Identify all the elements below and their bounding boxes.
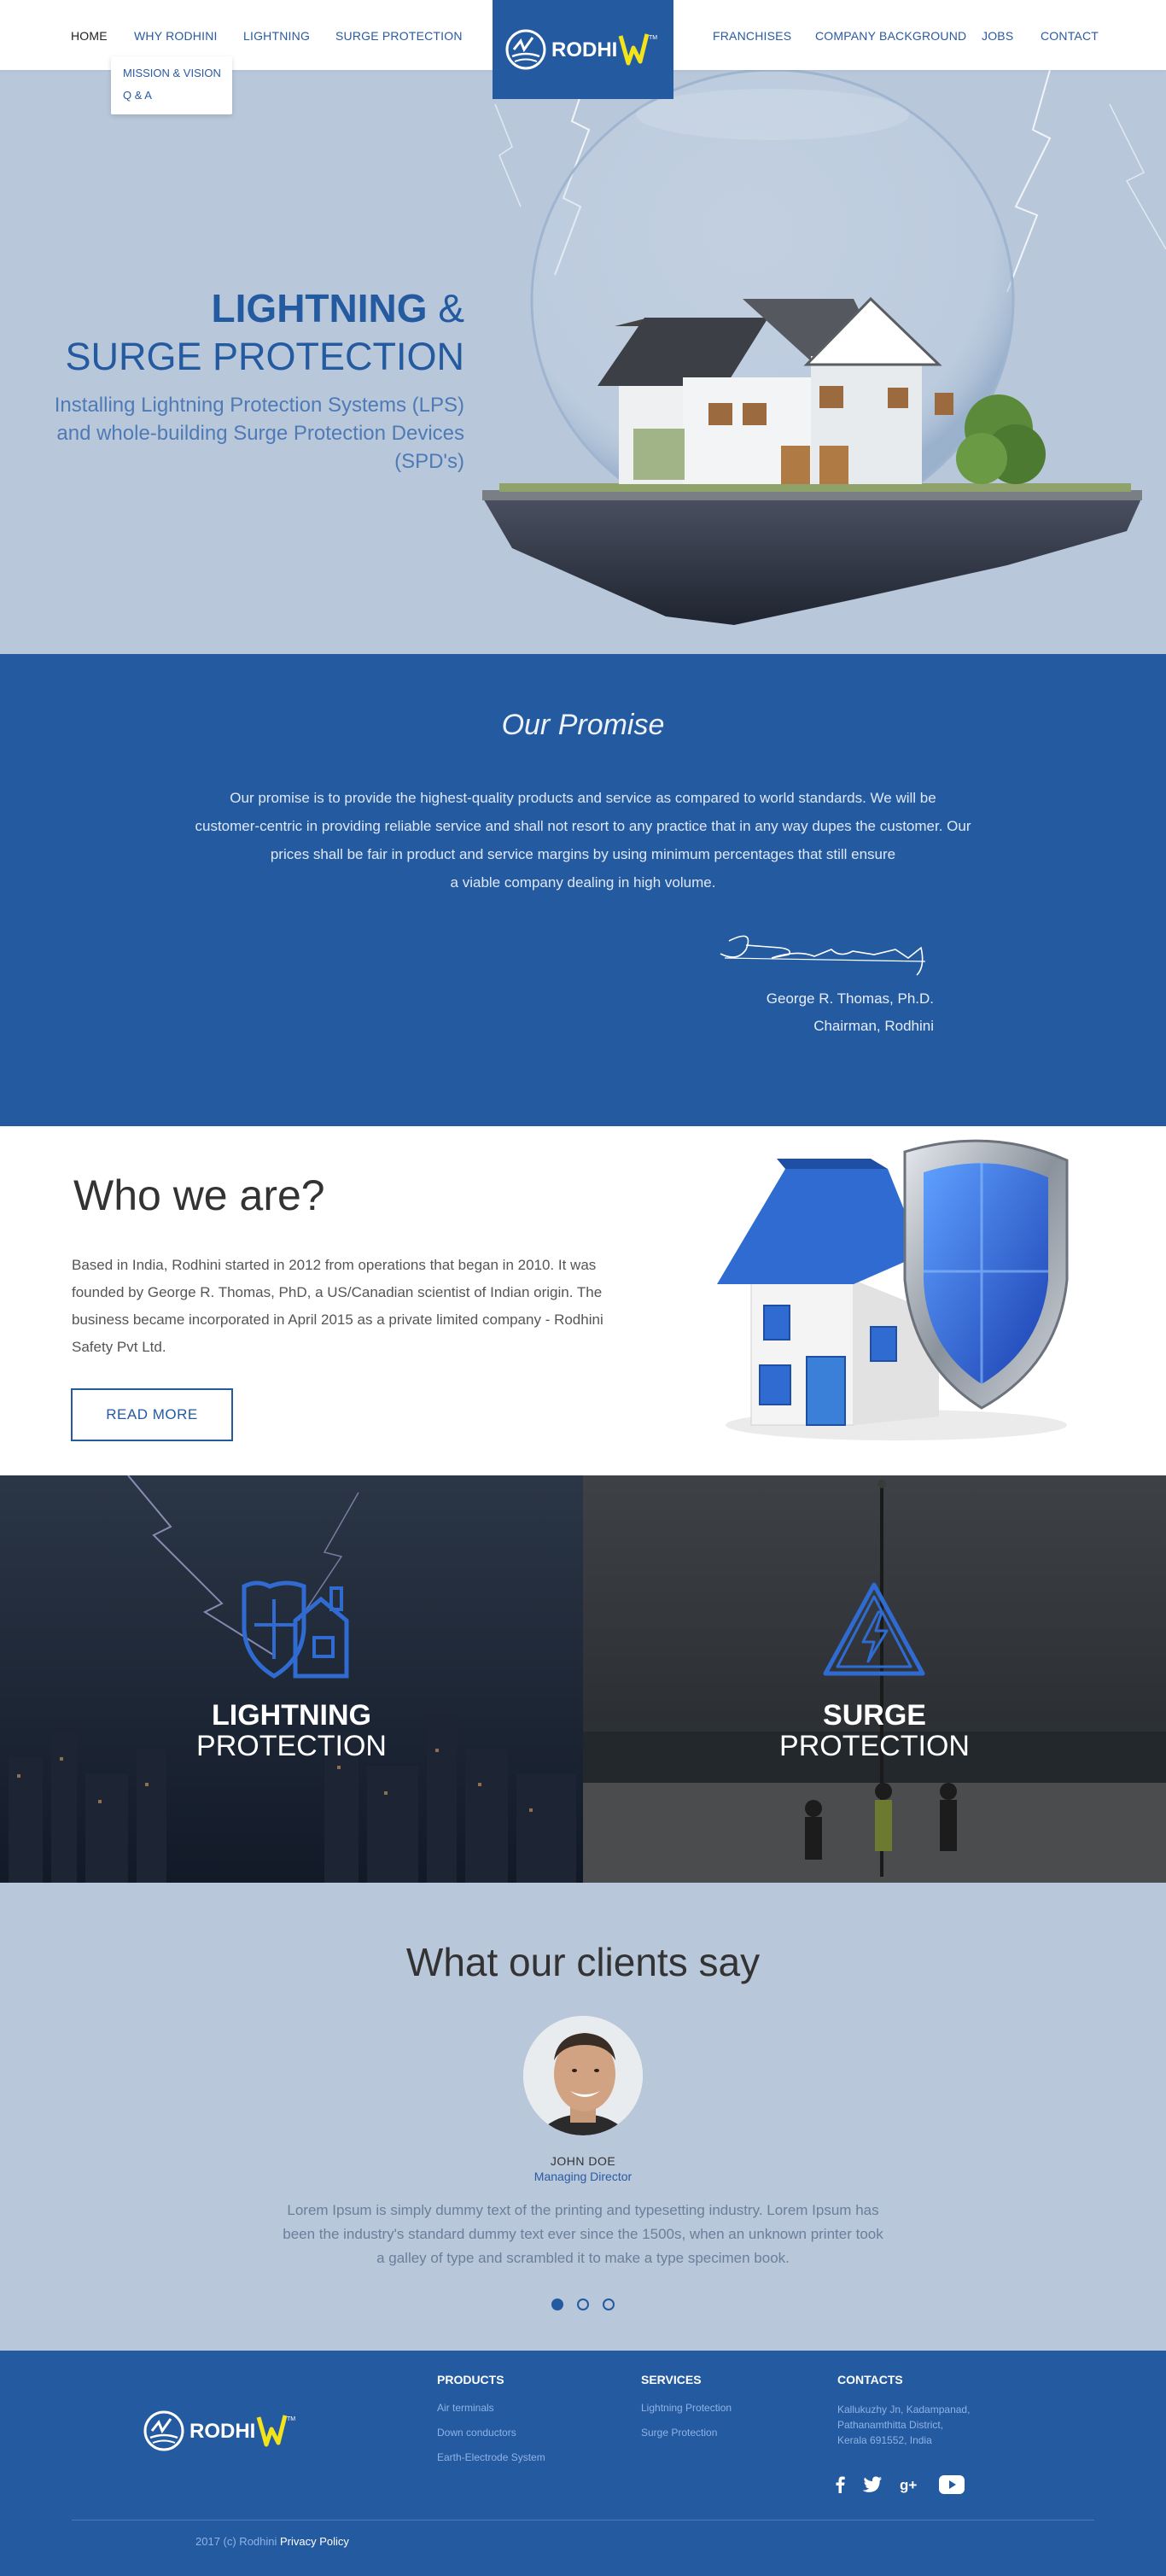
site-footer: RODHI TM PRODUCTS Air terminals Down con… (0, 2351, 1166, 2576)
site-logo[interactable]: RODHI TM (493, 0, 673, 99)
house-shield-illustration (717, 1139, 1069, 1440)
footer-divider (72, 2520, 1094, 2521)
promise-section: Our Promise Our promise is to provide th… (0, 654, 1166, 1126)
rodhini-logo-icon: RODHI TM (143, 2410, 295, 2451)
nav-franchises[interactable]: FRANCHISES (713, 29, 791, 43)
svg-text:TM: TM (649, 35, 657, 41)
who-we-are-section: Who we are? Based in India, Rodhini star… (0, 1126, 1166, 1475)
svg-text:RODHI: RODHI (189, 2420, 255, 2443)
promise-text-line2: customer-centric in providing reliable s… (195, 818, 971, 834)
footer-contacts-title: CONTACTS (837, 2373, 903, 2386)
promise-heading: Our Promise (501, 709, 665, 741)
testimonials-heading: What our clients say (405, 1940, 761, 1984)
testimonial-dot-2[interactable] (577, 2299, 589, 2310)
client-role: Managing Director (533, 2170, 633, 2183)
testimonial-pagination (0, 2299, 1166, 2310)
who-heading: Who we are? (73, 1171, 325, 1219)
copyright: 2017 (c) Rodhini Privacy Policy (195, 2535, 349, 2548)
facebook-icon[interactable] (835, 2476, 845, 2493)
social-links: g+ (835, 2475, 965, 2494)
who-text: Based in India, Rodhini started in 2012 … (72, 1257, 603, 1355)
signer-title: Chairman, Rodhini (813, 1018, 934, 1034)
dropdown-qa[interactable]: Q & A (123, 89, 220, 102)
hero-section: LIGHTNING & SURGE PROTECTION Installing … (0, 70, 1166, 654)
rodhini-logo-icon: RODHI TM (505, 29, 657, 70)
dropdown-mission-vision[interactable]: MISSION & VISION (123, 67, 221, 79)
promise-text-line1: Our promise is to provide the highest-qu… (230, 790, 936, 806)
nav-surge-protection[interactable]: SURGE PROTECTION (335, 29, 463, 43)
hero-subtitle: Installing Lightning Protection Systems … (54, 394, 464, 473)
client-photo (523, 2016, 643, 2135)
svg-text:RODHI: RODHI (551, 38, 617, 61)
footer-services: SERVICES Lightning Protection Surge Prot… (641, 2373, 732, 2451)
hero-heading: LIGHTNING & SURGE PROTECTION Installing … (20, 285, 464, 476)
footer-link-surge-protection[interactable]: Surge Protection (641, 2427, 732, 2439)
privacy-policy-link[interactable]: Privacy Policy (280, 2535, 349, 2548)
client-name: JOHN DOE (550, 2154, 616, 2168)
hero-title-amp: & (438, 286, 464, 330)
promise-text: Our promise is to provide the highest-qu… (171, 784, 995, 897)
footer-products: PRODUCTS Air terminals Down conductors E… (437, 2373, 545, 2476)
footer-address-line1: Kallukuzhy Jn, Kadampanad, (837, 2404, 971, 2415)
testimonial-dot-3[interactable] (603, 2299, 615, 2310)
copyright-text: 2017 (c) Rodhini (195, 2535, 277, 2548)
footer-products-title: PRODUCTS (437, 2373, 504, 2386)
footer-logo[interactable]: RODHI TM (142, 2405, 304, 2461)
services-section: LIGHTNING PROTECTION SURGE PROTECTION (0, 1475, 1166, 1883)
google-plus-icon[interactable]: g+ (900, 2476, 922, 2493)
signer-name: George R. Thomas, Ph.D. (766, 990, 934, 1007)
nav-lightning[interactable]: LIGHTNING (243, 29, 310, 43)
testimonial-dot-1[interactable] (551, 2299, 563, 2310)
footer-link-air-terminals[interactable]: Air terminals (437, 2402, 545, 2414)
nav-why-rodhini[interactable]: WHY RODHINI (134, 29, 218, 43)
read-more-button[interactable]: READ MORE (71, 1388, 233, 1441)
promise-text-line3: prices shall be fair in product and serv… (270, 846, 896, 862)
twitter-icon[interactable] (862, 2476, 883, 2493)
footer-link-earth-electrode[interactable]: Earth-Electrode System (437, 2451, 545, 2463)
hero-title-line2: SURGE PROTECTION (65, 335, 464, 378)
client-avatar (523, 2016, 643, 2135)
service-surge-protection[interactable]: SURGE PROTECTION (583, 1475, 1166, 1883)
svg-text:g+: g+ (900, 2477, 917, 2493)
house-shield-icon (242, 1580, 349, 1679)
service-surge-title: SURGE (823, 1699, 926, 1732)
hero-title-bold: LIGHTNING (211, 286, 428, 330)
promise-text-line4: a viable company dealing in high volume. (450, 874, 716, 891)
service-lightning-protection[interactable]: LIGHTNING PROTECTION (0, 1475, 583, 1883)
service-surge-subtitle: PROTECTION (779, 1730, 970, 1762)
nav-company-background[interactable]: COMPANY BACKGROUND (815, 29, 966, 43)
signature-image (720, 935, 926, 976)
footer-contacts: CONTACTS Kallukuzhy Jn, Kadampanad, Path… (837, 2373, 970, 2448)
service-lightning-subtitle: PROTECTION (196, 1730, 387, 1762)
signer-block: George R. Thomas, Ph.D. Chairman, Rodhin… (767, 985, 934, 1040)
testimonials-section: What our clients say JOHN DOE Managing D… (0, 1883, 1166, 2351)
footer-link-lightning-protection[interactable]: Lightning Protection (641, 2402, 732, 2414)
service-lightning-title: LIGHTNING (212, 1699, 371, 1732)
nav-home[interactable]: HOME (71, 29, 108, 43)
footer-services-title: SERVICES (641, 2373, 702, 2386)
youtube-icon[interactable] (939, 2475, 965, 2494)
nav-contact[interactable]: CONTACT (1041, 29, 1099, 43)
why-rodhini-dropdown: MISSION & VISION Q & A (111, 56, 232, 114)
high-voltage-triangle-icon (823, 1582, 925, 1676)
nav-jobs[interactable]: JOBS (982, 29, 1013, 43)
footer-address-line2: Pathanamthitta District, (837, 2419, 944, 2431)
client-quote: Lorem Ipsum is simply dummy text of the … (283, 2202, 883, 2266)
footer-address-line3: Kerala 691552, India (837, 2434, 932, 2446)
footer-link-down-conductors[interactable]: Down conductors (437, 2427, 545, 2439)
svg-text:TM: TM (287, 2416, 295, 2422)
